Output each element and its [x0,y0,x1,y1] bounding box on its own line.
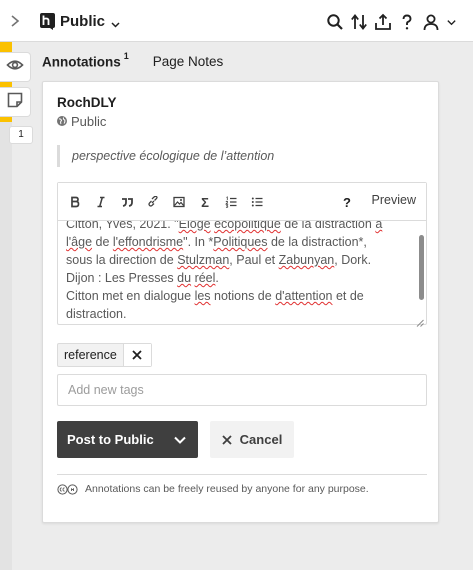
post-button[interactable]: Post to Public [57,421,198,458]
cancel-button-label: Cancel [239,432,283,447]
misspelled-word: l'effondrisme [112,235,184,249]
misspelled-word: les [194,289,211,303]
text-run: Citton, Yves, 2021. " [66,221,179,231]
misspelled-word: Stulzman [177,253,230,267]
text-run: Citton met en dialogue [66,289,195,303]
group-name[interactable]: Public [60,13,105,30]
remove-tag-button[interactable] [123,344,151,366]
tab-page-notes[interactable]: Page Notes [153,54,224,69]
sidebar-rail [0,42,12,570]
text-run: de la distraction [280,221,376,231]
text-run: . [215,271,219,285]
resize-handle-icon[interactable] [416,314,424,327]
divider [57,474,427,475]
link-icon[interactable] [145,194,161,210]
annotation-text: Citton, Yves, 2021. "Eloge écopolitique … [66,221,406,323]
top-bar-tools [321,11,457,33]
new-note-button[interactable] [0,87,31,117]
image-icon[interactable] [171,194,187,210]
misspelled-word: Zabunyan [278,253,335,267]
tab-label: Page Notes [152,53,224,69]
text-run: de la distraction*, [267,235,367,249]
bold-icon[interactable] [67,194,83,210]
misspelled-word: réel [194,271,216,285]
text-run: et de [332,289,364,303]
misspelled-word: Eloge [178,221,211,231]
post-button-label: Post to Public [67,432,154,447]
misspelled-word: d'attention [275,289,333,303]
tab-annotations[interactable]: Annotations 1 [42,50,129,70]
text-run: ". In * [183,235,214,249]
annotation-textarea[interactable]: Citton, Yves, 2021. "Eloge écopolitique … [58,221,414,324]
misspelled-word: l'âge [66,235,93,249]
text-run: notions de [210,289,276,303]
tag-label: reference [58,344,124,366]
license-text: Annotations can be freely reused by anyo… [85,483,369,495]
tab-count: 1 [123,50,129,61]
annotation-quote: perspective écologique de l’attention [57,145,274,167]
globe-icon [57,114,71,129]
note-icon [6,91,24,114]
new-tag-input[interactable] [57,374,427,406]
annotation-author[interactable]: RochDLY [57,95,117,110]
toggle-highlights-button[interactable] [0,52,31,82]
tab-bar: Annotations 1 Page Notes [42,51,247,71]
markdown-editor: Σ ? Preview Citton, Yves, 2021. "Eloge é… [57,182,427,327]
annotation-group-label: Public [71,114,107,129]
text-run: Dijon : Les Presses [66,271,178,285]
chevron-down-icon[interactable] [162,421,198,458]
top-bar: Public [0,0,473,42]
annotation-group: Public [57,114,106,129]
numbered-list-icon[interactable] [223,194,239,210]
collapse-sidebar-icon[interactable] [8,13,22,29]
sort-icon[interactable] [349,12,369,32]
quote-icon[interactable] [119,194,135,210]
creative-commons-icon[interactable] [57,483,81,495]
close-icon [132,350,142,360]
hypothesis-logo-icon [40,12,55,30]
annotation-count-badge[interactable]: 1 [9,126,33,144]
italic-icon[interactable] [93,194,109,210]
text-run: , Dork. [334,253,372,267]
share-icon[interactable] [373,12,393,32]
editor-scrollbar[interactable] [419,235,424,300]
chevron-down-icon[interactable] [445,12,457,32]
misspelled-word: du [177,271,192,285]
close-icon [222,434,232,445]
chevron-down-icon[interactable] [110,17,121,28]
tag-chip: reference [57,343,152,367]
group-selector[interactable]: Public [40,10,121,32]
help-icon[interactable]: ? [339,194,355,210]
bullet-list-icon[interactable] [249,194,265,210]
user-icon[interactable] [421,12,441,32]
text-run: sous la direction de [66,253,178,267]
editor-toolbar: Σ ? Preview [58,183,426,221]
misspelled-word: écopolitique [214,221,281,231]
text-run: , Paul et [229,253,279,267]
text-run: distraction. [66,307,127,321]
math-icon[interactable]: Σ [197,194,213,210]
cancel-button[interactable]: Cancel [210,421,294,458]
help-icon[interactable] [397,12,417,32]
license-notice: Annotations can be freely reused by anyo… [57,483,369,495]
search-icon[interactable] [325,12,345,32]
eye-icon [6,56,24,79]
text-run: de [92,235,113,249]
preview-button[interactable]: Preview [372,193,416,207]
misspelled-word: Politiques [213,235,268,249]
annotation-card: RochDLY Public perspective écologique de… [42,81,439,523]
tab-label: Annotations [42,54,121,70]
misspelled-word: à [375,221,383,231]
